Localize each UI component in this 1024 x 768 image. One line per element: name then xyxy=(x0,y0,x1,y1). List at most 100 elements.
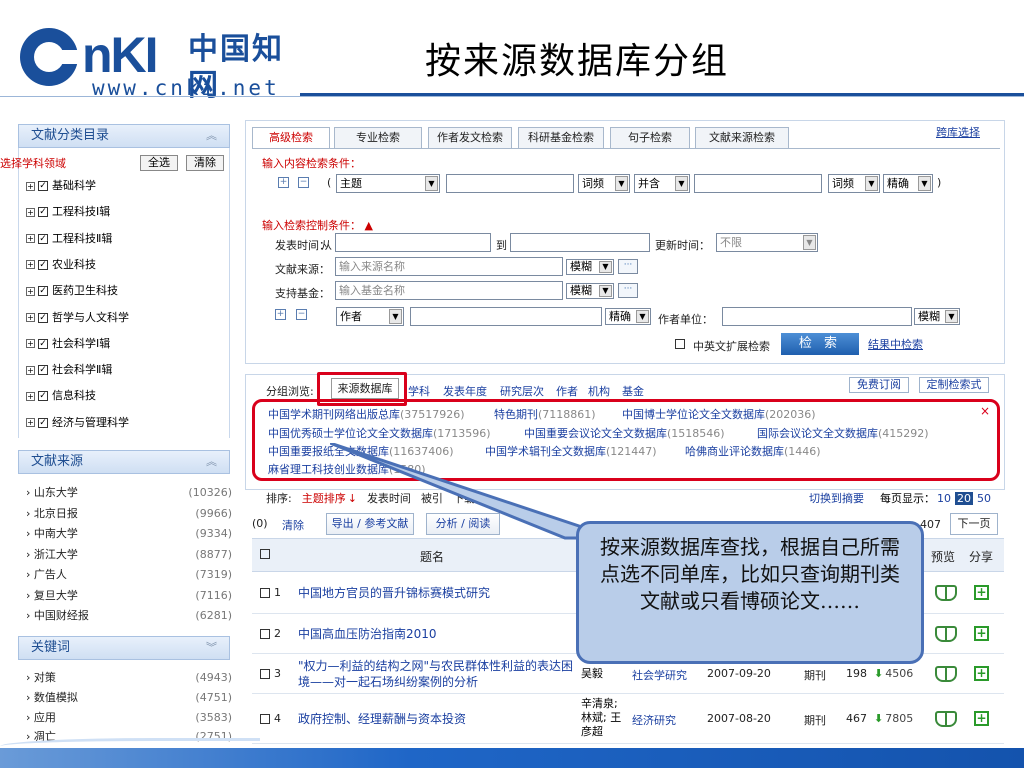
row-author[interactable]: 辛清泉; 林斌; 王彦超 xyxy=(581,697,629,739)
author-input[interactable] xyxy=(410,307,602,326)
keyword-input-2[interactable] xyxy=(694,174,822,193)
category-checkbox[interactable]: ✓ xyxy=(38,286,48,297)
category-checkbox[interactable]: ✓ xyxy=(38,391,48,402)
search-tab[interactable]: 句子检索 xyxy=(610,127,690,149)
source-item[interactable]: › 广告人 (7319) xyxy=(26,566,232,584)
category-panel-header[interactable]: 文献分类目录 ︽ xyxy=(18,124,230,148)
preview-book-icon[interactable] xyxy=(935,626,957,642)
select-all-checkbox[interactable] xyxy=(260,549,270,559)
unit-match-select[interactable]: 模糊 ▼ xyxy=(914,308,960,325)
expand-icon[interactable]: ︾ xyxy=(206,637,217,659)
cross-library-link[interactable]: 跨库选择 xyxy=(936,124,980,140)
search-tab[interactable]: 专业检索 xyxy=(334,127,422,149)
next-page-button[interactable]: 下一页 xyxy=(950,513,998,535)
category-item[interactable]: + ✓ 哲学与人文科学 xyxy=(26,309,129,327)
expand-icon[interactable]: + xyxy=(26,286,35,296)
expand-icon[interactable]: + xyxy=(26,365,35,375)
expand-icon[interactable]: + xyxy=(26,418,35,428)
database-link[interactable]: 中国重要会议论文全文数据库(1518546) xyxy=(524,425,725,441)
clear-selection-link[interactable]: 清除 xyxy=(282,517,304,533)
database-link[interactable]: 中国学术期刊网络出版总库(37517926) xyxy=(268,406,465,422)
database-link[interactable]: 国际会议论文全文数据库(415292) xyxy=(757,425,929,441)
select-all-button[interactable]: 全选 xyxy=(140,155,178,171)
share-plus-icon[interactable]: + xyxy=(974,626,989,641)
source-item[interactable]: › 山东大学 (10326) xyxy=(26,484,232,502)
add-row-icon[interactable]: + xyxy=(278,177,289,188)
field-select[interactable]: 主题 ▼ xyxy=(336,174,440,193)
table-row[interactable]: 4 政府控制、经理薪酬与资本投资 辛清泉; 林斌; 王彦超 经济研究 2007-08-2… xyxy=(252,694,1004,744)
category-checkbox[interactable]: ✓ xyxy=(38,365,48,376)
freq-select-2[interactable]: 词频 ▼ xyxy=(828,174,880,193)
more-options-icon[interactable]: ··· xyxy=(618,259,638,274)
add-row-icon[interactable]: + xyxy=(275,309,286,320)
share-plus-icon[interactable]: + xyxy=(974,711,989,726)
keyword-panel-header[interactable]: 关键词 ︾ xyxy=(18,636,230,660)
preview-book-icon[interactable] xyxy=(935,666,957,682)
search-in-results-link[interactable]: 结果中检索 xyxy=(868,336,923,352)
row-title-link[interactable]: 中国高血压防治指南2010 xyxy=(298,626,578,642)
close-icon[interactable]: × xyxy=(980,404,990,418)
category-checkbox[interactable]: ✓ xyxy=(38,181,48,191)
per-page-option[interactable]: 50 xyxy=(977,492,991,505)
row-downloads[interactable]: ⬇ 7805 xyxy=(874,712,913,725)
source-item[interactable]: › 中南大学 (9334) xyxy=(26,525,232,543)
group-tab[interactable]: 机构 xyxy=(588,383,610,399)
author-match-select[interactable]: 精确 ▼ xyxy=(605,308,651,325)
more-options-icon[interactable]: ··· xyxy=(618,283,638,298)
row-checkbox[interactable] xyxy=(260,669,270,679)
expand-icon[interactable]: + xyxy=(26,181,35,191)
collapse-icon[interactable]: ︽ xyxy=(206,125,217,147)
expand-icon[interactable]: + xyxy=(26,260,35,270)
update-time-select[interactable]: 不限 ▼ xyxy=(716,233,818,252)
expand-icon[interactable]: + xyxy=(26,339,35,349)
source-item[interactable]: › 浙江大学 (8877) xyxy=(26,546,232,564)
share-plus-icon[interactable]: + xyxy=(974,585,989,600)
custom-query-button[interactable]: 定制检索式 xyxy=(919,377,989,393)
category-item[interactable]: + ✓ 信息科技 xyxy=(26,387,96,405)
search-tab[interactable]: 作者发文检索 xyxy=(428,127,512,149)
search-tab[interactable]: 高级检索 xyxy=(252,127,330,149)
row-checkbox[interactable] xyxy=(260,629,270,639)
category-item[interactable]: + ✓ 社会科学Ⅰ辑 xyxy=(26,335,110,353)
category-item[interactable]: + ✓ 农业科技 xyxy=(26,256,96,274)
source-input[interactable]: 输入来源名称 xyxy=(335,257,563,276)
category-item[interactable]: + ✓ 工程科技Ⅱ辑 xyxy=(26,230,112,248)
row-source-link[interactable]: 经济研究 xyxy=(632,712,676,728)
row-checkbox[interactable] xyxy=(260,588,270,598)
source-match-select[interactable]: 模糊 ▼ xyxy=(566,259,614,275)
preview-book-icon[interactable] xyxy=(935,711,957,727)
expand-icon[interactable]: + xyxy=(26,313,35,322)
source-item[interactable]: › 复旦大学 (7116) xyxy=(26,587,232,605)
fund-input[interactable]: 输入基金名称 xyxy=(335,281,563,300)
group-tab[interactable]: 研究层次 xyxy=(500,383,544,399)
free-subscribe-button[interactable]: 免费订阅 xyxy=(849,377,909,393)
source-item[interactable]: › 中国财经报 (6281) xyxy=(26,607,232,625)
pub-time-to-input[interactable] xyxy=(510,233,650,252)
category-item[interactable]: + ✓ 基础科学 xyxy=(26,177,96,195)
row-downloads[interactable]: ⬇ 4506 xyxy=(874,667,913,680)
keyword-item[interactable]: › 对策 (4943) xyxy=(26,669,232,687)
category-checkbox[interactable]: ✓ xyxy=(38,233,48,244)
category-item[interactable]: + ✓ 工程科技Ⅰ辑 xyxy=(26,203,110,221)
author-unit-input[interactable] xyxy=(722,307,912,326)
database-link[interactable]: 特色期刊(7118861) xyxy=(494,406,596,422)
group-tab[interactable]: 作者 xyxy=(556,383,578,399)
keyword-input-1[interactable] xyxy=(446,174,574,193)
category-checkbox[interactable]: ✓ xyxy=(38,312,48,323)
row-title-link[interactable]: 中国地方官员的晋升锦标赛模式研究 xyxy=(298,585,578,601)
download-icon[interactable]: ⬇ xyxy=(874,712,883,725)
logic-select[interactable]: 并含 ▼ xyxy=(634,174,690,193)
keyword-item[interactable]: › 数值模拟 (4751) xyxy=(26,689,232,707)
cn-en-ext-checkbox[interactable] xyxy=(675,339,685,349)
search-button[interactable]: 检 索 xyxy=(781,333,859,355)
author-field-select[interactable]: 作者 ▼ xyxy=(336,307,404,326)
preview-book-icon[interactable] xyxy=(935,585,957,601)
remove-row-icon[interactable]: − xyxy=(296,309,307,320)
expand-icon[interactable]: + xyxy=(26,391,35,401)
category-checkbox[interactable]: ✓ xyxy=(38,338,48,349)
collapse-icon[interactable]: ︽ xyxy=(206,451,217,473)
group-tab[interactable]: 基金 xyxy=(622,383,644,399)
row-source-link[interactable]: 社会学研究 xyxy=(632,667,687,683)
expand-icon[interactable]: + xyxy=(26,234,35,244)
row-title-link[interactable]: 政府控制、经理薪酬与资本投资 xyxy=(298,711,578,727)
